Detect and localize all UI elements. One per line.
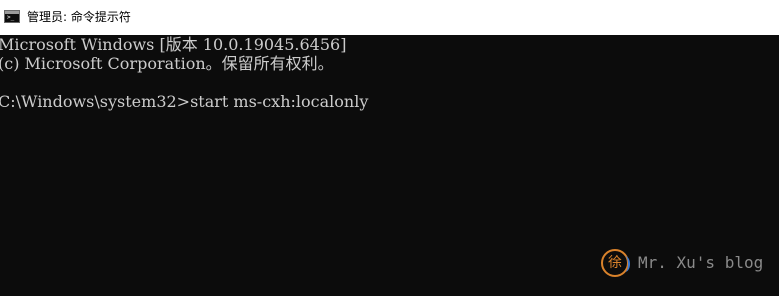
window-title: 管理员: 命令提示符 xyxy=(27,10,131,24)
blog-watermark: 徐 Mr. Xu's blog xyxy=(601,248,763,278)
watermark-text: Mr. Xu's blog xyxy=(638,253,764,272)
blog-logo-icon: 徐 xyxy=(601,249,630,277)
console-line-command: C:\Windows\system32>start ms-cxh:localon… xyxy=(0,92,369,111)
cmd-icon: >_ xyxy=(4,10,20,23)
console-line-version: Microsoft Windows [版本 10.0.19045.6456] xyxy=(0,35,347,54)
console-line-copyright: (c) Microsoft Corporation。保留所有权利。 xyxy=(0,54,334,73)
logo-char: 徐 xyxy=(608,255,622,271)
command-prompt-window: >_ 管理员: 命令提示符 Microsoft Windows [版本 10.0… xyxy=(0,0,779,296)
title-bar[interactable]: >_ 管理员: 命令提示符 xyxy=(0,0,779,35)
